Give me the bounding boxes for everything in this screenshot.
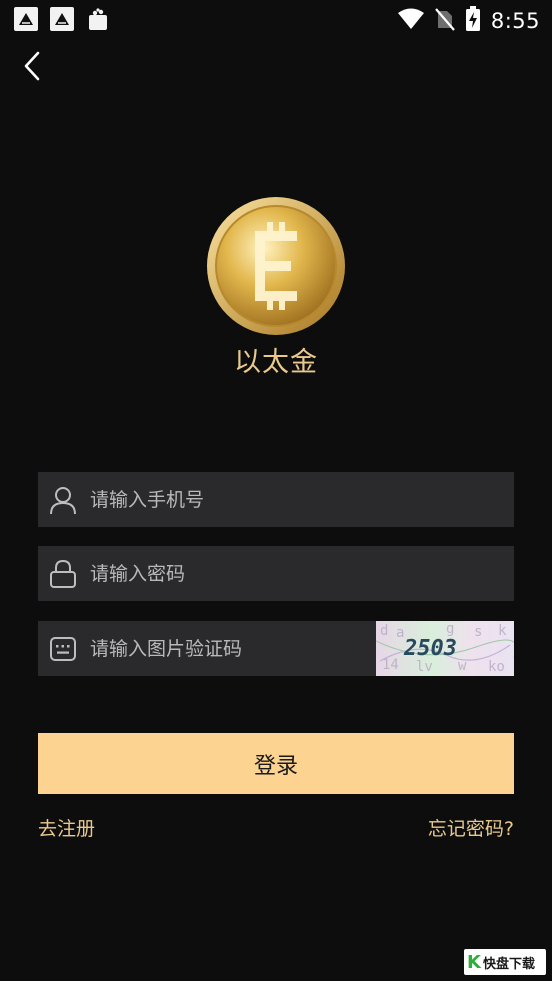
svg-text:g: g bbox=[446, 621, 454, 637]
app-notification-icon bbox=[50, 7, 74, 31]
notification-icons bbox=[14, 7, 110, 31]
captcha-image[interactable]: dagsk 14 lv w ko 2503 bbox=[376, 621, 514, 676]
status-clock: 8:55 bbox=[490, 9, 540, 33]
captcha-field: dagsk 14lvwko 2503 bbox=[38, 621, 514, 676]
status-bar: 8:55 bbox=[0, 0, 552, 40]
shopping-bag-icon bbox=[86, 7, 110, 31]
password-field bbox=[38, 546, 514, 601]
svg-text:s: s bbox=[474, 624, 482, 640]
wifi-icon bbox=[397, 8, 425, 34]
svg-text:ko: ko bbox=[488, 659, 505, 675]
register-link[interactable]: 去注册 bbox=[38, 814, 95, 841]
svg-text:d: d bbox=[380, 623, 388, 639]
forgot-password-link[interactable]: 忘记密码? bbox=[428, 814, 514, 841]
no-sim-icon bbox=[434, 7, 455, 35]
captcha-code: 2503 bbox=[403, 636, 457, 661]
captcha-input[interactable] bbox=[90, 621, 374, 676]
phone-input[interactable] bbox=[90, 472, 514, 527]
app-logo bbox=[205, 195, 347, 337]
login-button[interactable]: 登录 bbox=[38, 733, 514, 794]
svg-text:k: k bbox=[498, 623, 507, 639]
keyboard-icon bbox=[48, 634, 78, 664]
chevron-left-icon bbox=[22, 51, 42, 85]
password-input[interactable] bbox=[90, 546, 514, 601]
battery-charging-icon bbox=[465, 6, 481, 36]
svg-text:lv: lv bbox=[416, 659, 433, 675]
system-icons: 8:55 bbox=[397, 6, 540, 36]
watermark-logo: K 快盘下载 bbox=[464, 949, 546, 975]
app-notification-icon bbox=[14, 7, 38, 31]
watermark-k-icon: K bbox=[467, 951, 481, 973]
watermark-text: 快盘下载 bbox=[482, 956, 535, 972]
phone-field bbox=[38, 472, 514, 527]
app-name: 以太金 bbox=[234, 347, 318, 378]
svg-text:14: 14 bbox=[382, 657, 399, 673]
user-icon bbox=[48, 485, 78, 515]
back-button[interactable] bbox=[14, 50, 50, 86]
lock-icon bbox=[48, 559, 78, 589]
